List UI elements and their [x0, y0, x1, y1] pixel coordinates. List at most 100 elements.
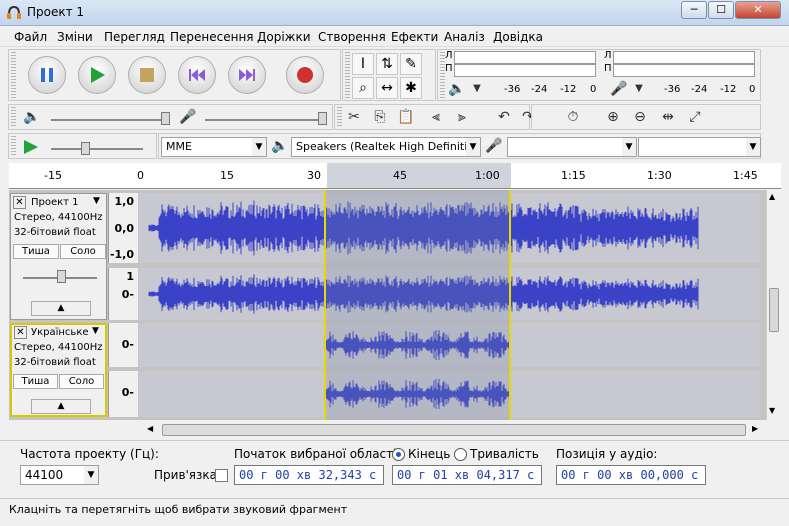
length-radio[interactable] [454, 448, 467, 461]
chevron-down-icon[interactable]: ▼ [92, 326, 99, 336]
silence-icon[interactable]: ⫸ [451, 106, 473, 128]
playback-meter-left[interactable] [454, 51, 596, 64]
collapse-track-icon[interactable]: ▲ [31, 399, 91, 414]
ruler-tick: 0 [137, 169, 144, 182]
menu-tracks[interactable]: Доріжки [257, 30, 311, 44]
record-button[interactable] [286, 56, 324, 94]
track-control-panel: ✕ Українське ▼ Стерео, 44100Hz 32-бітови… [10, 323, 107, 417]
audio-host-value: MME [166, 140, 192, 153]
cut-icon[interactable]: ✂ [343, 106, 365, 128]
solo-button[interactable]: Соло [59, 374, 104, 389]
track-name-menu[interactable]: Українське [31, 327, 89, 338]
solo-button[interactable]: Соло [60, 244, 106, 259]
scroll-left-icon[interactable]: ◀ [147, 424, 153, 433]
menu-generate[interactable]: Створення [318, 30, 386, 44]
skip-start-button[interactable] [178, 56, 216, 94]
selection-tool-icon[interactable]: I [352, 53, 374, 75]
timeline-ruler[interactable]: -15 0 15 30 45 1:00 1:15 1:30 1:45 [9, 163, 781, 189]
menu-file[interactable]: Файл [14, 30, 47, 44]
gain-thumb[interactable] [57, 270, 66, 283]
horizontal-scroll-thumb[interactable] [162, 424, 746, 436]
envelope-tool-icon[interactable]: ⇅ [376, 53, 398, 75]
rec-meter-right-label: П [604, 63, 612, 74]
sync-lock-icon[interactable]: ⏱ [562, 106, 584, 128]
snap-to-checkbox[interactable] [215, 469, 228, 482]
menu-help[interactable]: Довідка [493, 30, 543, 44]
timeshift-tool-icon[interactable]: ↔ [376, 77, 398, 99]
output-volume-slider[interactable] [51, 119, 163, 121]
chevron-down-icon[interactable]: ▼ [93, 196, 100, 206]
input-channels-select[interactable]: ▼ [638, 137, 761, 157]
collapse-track-icon[interactable]: ▲ [31, 301, 91, 316]
input-volume-slider[interactable] [205, 119, 323, 121]
fit-project-icon[interactable]: ⤢ [684, 106, 706, 128]
end-radio[interactable] [392, 448, 405, 461]
mute-button[interactable]: Тиша [13, 244, 59, 259]
skip-end-button[interactable] [228, 56, 266, 94]
zoom-in-icon[interactable]: ⊕ [602, 106, 624, 128]
speaker-icon[interactable]: 🔈 [446, 78, 468, 100]
multi-tool-icon[interactable]: ✱ [400, 77, 422, 99]
scroll-down-icon[interactable]: ▼ [769, 406, 775, 415]
speed-thumb[interactable] [81, 142, 90, 155]
scroll-up-icon[interactable]: ▲ [769, 192, 775, 201]
play-button[interactable] [78, 56, 116, 94]
draw-tool-icon[interactable]: ✎ [400, 53, 422, 75]
scale-label: -1,0 [109, 248, 134, 261]
selection-region[interactable] [325, 190, 511, 420]
output-volume-thumb[interactable] [161, 112, 170, 125]
menu-edit[interactable]: Зміни [57, 30, 93, 44]
zoom-tool-icon[interactable]: ⌕ [352, 77, 374, 99]
stop-button[interactable] [128, 56, 166, 94]
maximize-button[interactable]: ☐ [708, 1, 734, 19]
project-rate-select[interactable]: 44100 ▼ [20, 465, 99, 485]
output-device-select[interactable]: Speakers (Realtek High Definiti ▼ [291, 137, 481, 157]
record-meter-menu-icon[interactable]: ▼ [628, 78, 650, 100]
zoom-out-icon[interactable]: ⊖ [629, 106, 651, 128]
input-device-select[interactable]: ▼ [507, 137, 637, 157]
horizontal-scrollbar[interactable]: ◀ ▶ [140, 423, 766, 437]
selection-end-line[interactable] [509, 190, 511, 420]
track-name-menu[interactable]: Проект 1 [31, 197, 79, 208]
menu-analyze[interactable]: Аналіз [444, 30, 485, 44]
playback-meter-right[interactable] [454, 64, 596, 77]
input-volume-thumb[interactable] [318, 112, 327, 125]
menu-view[interactable]: Перегляд [104, 30, 165, 44]
close-track-icon[interactable]: ✕ [13, 196, 26, 209]
vertical-scroll-thumb[interactable] [769, 288, 779, 332]
playback-meter-menu-icon[interactable]: ▼ [466, 78, 488, 100]
play-at-speed-icon[interactable] [23, 139, 39, 155]
close-track-icon[interactable]: ✕ [14, 326, 27, 339]
selection-start-field[interactable]: 00 г 00 хв 32,343 с [234, 465, 384, 485]
minimize-button[interactable]: ─ [681, 1, 707, 19]
chevron-down-icon: ▼ [84, 466, 98, 484]
mute-button[interactable]: Тиша [13, 374, 58, 389]
scale-label: 0- [121, 338, 134, 351]
menu-transport[interactable]: Перенесення [170, 30, 254, 44]
speed-slider[interactable] [51, 148, 143, 150]
track-amplitude-scale: 1,0 0,0 -1,0 [108, 193, 138, 263]
meter-tick: -36 [664, 84, 681, 95]
track-bit-depth: 32-бітовий float [14, 227, 96, 238]
pause-button[interactable] [28, 56, 66, 94]
output-device-value: Speakers (Realtek High Definiti [296, 140, 468, 153]
scale-label: 0- [121, 288, 134, 301]
vertical-scrollbar[interactable]: ▲ ▼ [766, 190, 781, 420]
record-meter-right[interactable] [613, 64, 755, 77]
undo-icon[interactable]: ↶ [493, 106, 515, 128]
copy-icon[interactable]: ⎘ [369, 106, 391, 128]
scroll-right-icon[interactable]: ▶ [752, 424, 758, 433]
record-meter-left[interactable] [613, 51, 755, 64]
audio-host-select[interactable]: MME ▼ [161, 137, 267, 157]
menu-effects[interactable]: Ефекти [391, 30, 438, 44]
rec-meter-left-label: Л [604, 50, 612, 61]
fit-selection-icon[interactable]: ⇹ [657, 106, 679, 128]
microphone-icon[interactable]: 🎤 [608, 78, 630, 100]
close-button[interactable]: ✕ [735, 1, 781, 19]
audio-position-field[interactable]: 00 г 00 хв 00,000 с [556, 465, 706, 485]
paste-icon[interactable]: 📋 [395, 106, 417, 128]
trim-icon[interactable]: ⫷ [425, 106, 447, 128]
selection-start-line[interactable] [324, 190, 326, 420]
transport-toolbar [8, 49, 341, 101]
selection-end-field[interactable]: 00 г 01 хв 04,317 с [392, 465, 542, 485]
